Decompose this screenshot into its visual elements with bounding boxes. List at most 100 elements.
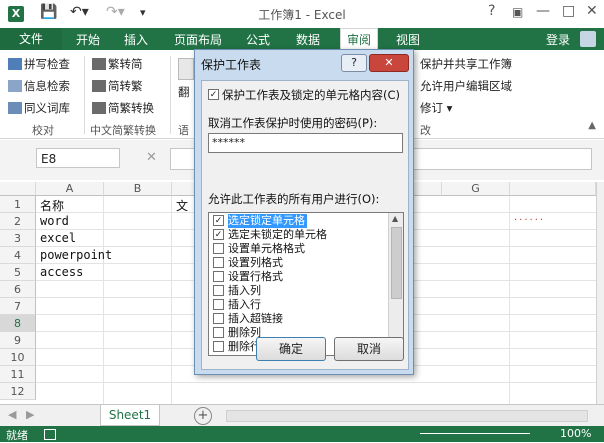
tab-formulas[interactable]: 公式: [246, 31, 270, 48]
option-checkbox[interactable]: [213, 285, 224, 296]
macro-record-icon[interactable]: [44, 429, 56, 440]
horizontal-scrollbar[interactable]: [226, 410, 588, 422]
status-bar: 就绪 100%: [0, 426, 604, 442]
proofing-group-label: 校对: [32, 124, 54, 137]
simp-to-trad-button[interactable]: 简转繁: [92, 78, 143, 94]
list-item[interactable]: 设置单元格格式: [211, 242, 389, 256]
select-all-corner[interactable]: [0, 182, 36, 196]
chinese-conversion-button[interactable]: 简繁转换: [92, 100, 154, 116]
tab-page-layout[interactable]: 页面布局: [174, 31, 222, 48]
sheet-tab-bar: ◀ ▶ Sheet1 +: [0, 404, 604, 427]
protect-share-workbook-button[interactable]: 保护并共享工作簿: [420, 56, 512, 72]
dialog-help-button[interactable]: ?: [341, 54, 367, 72]
tab-view[interactable]: 视图: [396, 31, 420, 48]
protect-sheet-dialog: 保护工作表 ? ✕ ✓ 保护工作表及锁定的单元格内容(C) 取消工作表保护时使用…: [194, 49, 414, 375]
option-checkbox[interactable]: [213, 243, 224, 254]
scroll-left-icon[interactable]: ◀: [8, 408, 16, 421]
tab-data[interactable]: 数据: [296, 31, 320, 48]
cell-a2[interactable]: word: [40, 214, 69, 228]
row-header[interactable]: 9: [0, 332, 36, 349]
option-checkbox[interactable]: ✓: [213, 229, 224, 240]
row-header[interactable]: 10: [0, 349, 36, 366]
title-bar: X 💾 ↶▾ ↷▾ ▾ 工作簿1 - Excel ? ▣ — □ ✕: [0, 0, 604, 28]
thesaurus-button[interactable]: 同义词库: [8, 100, 70, 116]
help-button[interactable]: ?: [488, 3, 495, 19]
close-button[interactable]: ✕: [586, 3, 598, 19]
spell-check-button[interactable]: 拼写检查: [8, 56, 70, 72]
grid-line: [171, 196, 172, 404]
column-header-a[interactable]: A: [36, 182, 104, 196]
protect-contents-checkbox[interactable]: ✓: [208, 89, 219, 100]
option-checkbox[interactable]: [213, 271, 224, 282]
protect-contents-label[interactable]: 保护工作表及锁定的单元格内容(C): [222, 87, 400, 103]
option-checkbox[interactable]: [213, 327, 224, 338]
dialog-close-button[interactable]: ✕: [369, 54, 409, 72]
option-checkbox[interactable]: [213, 257, 224, 268]
vertical-scrollbar[interactable]: [596, 182, 604, 404]
list-item[interactable]: ✓ 选定锁定单元格: [211, 214, 389, 228]
scroll-right-icon[interactable]: ▶: [26, 408, 34, 421]
name-box[interactable]: E8: [36, 148, 120, 168]
sheet-tab-sheet1[interactable]: Sheet1: [100, 405, 160, 426]
zoom-slider[interactable]: [420, 433, 530, 434]
list-item[interactable]: 插入超链接: [211, 312, 389, 326]
watermark-logo: ......: [514, 212, 546, 223]
conversion-icon: [92, 102, 106, 114]
ok-button[interactable]: 确定: [256, 337, 326, 361]
column-header-b[interactable]: B: [104, 182, 172, 196]
list-scrollbar[interactable]: ▲ ▼: [388, 213, 403, 355]
row-header[interactable]: 3: [0, 230, 36, 247]
research-button[interactable]: 信息检索: [8, 78, 70, 94]
restore-button[interactable]: □: [562, 3, 575, 19]
cell-a3[interactable]: excel: [40, 231, 76, 245]
tab-review[interactable]: 审阅: [340, 28, 379, 51]
option-checkbox[interactable]: [213, 299, 224, 310]
tab-file[interactable]: 文件: [0, 28, 62, 50]
option-checkbox[interactable]: [213, 313, 224, 324]
zoom-level[interactable]: 100%: [560, 427, 591, 440]
tab-home[interactable]: 开始: [76, 31, 100, 48]
allow-edit-ranges-button[interactable]: 允许用户编辑区域: [420, 78, 512, 94]
scroll-up-icon[interactable]: ▲: [392, 214, 398, 223]
row-header[interactable]: 7: [0, 298, 36, 315]
option-checkbox[interactable]: [213, 341, 224, 352]
row-header[interactable]: 5: [0, 264, 36, 281]
cell-a5[interactable]: access: [40, 265, 83, 279]
list-item[interactable]: 设置行格式: [211, 270, 389, 284]
ribbon-options-icon[interactable]: ▣: [512, 5, 523, 19]
minimize-button[interactable]: —: [536, 3, 550, 19]
row-header-active[interactable]: 8: [0, 315, 36, 332]
list-item[interactable]: ✓ 选定未锁定的单元格: [211, 228, 389, 242]
login-link[interactable]: 登录: [546, 31, 570, 48]
list-item[interactable]: 设置列格式: [211, 256, 389, 270]
list-item[interactable]: 插入行: [211, 298, 389, 312]
row-header[interactable]: 6: [0, 281, 36, 298]
cancel-formula-icon[interactable]: ✕: [146, 150, 157, 165]
row-header[interactable]: 1: [0, 196, 36, 213]
trad-simp-icon: [92, 58, 106, 70]
column-header-g[interactable]: G: [442, 182, 510, 196]
add-sheet-button[interactable]: +: [194, 407, 212, 425]
row-header[interactable]: 4: [0, 247, 36, 264]
tab-insert[interactable]: 插入: [124, 31, 148, 48]
track-changes-button[interactable]: 修订 ▾: [420, 100, 452, 116]
scroll-thumb[interactable]: [391, 227, 402, 299]
cancel-button[interactable]: 取消: [334, 337, 404, 361]
research-icon: [8, 80, 22, 92]
account-icon: [580, 31, 596, 47]
cell-a4[interactable]: powerpoint: [40, 248, 112, 262]
option-checkbox[interactable]: ✓: [213, 215, 224, 226]
cell-b1-fragment[interactable]: 文: [176, 197, 188, 214]
row-header[interactable]: 12: [0, 383, 36, 400]
password-field[interactable]: ******: [208, 133, 403, 153]
dialog-body: ✓ 保护工作表及锁定的单元格内容(C) 取消工作表保护时使用的密码(P): **…: [201, 80, 409, 370]
cell-a1[interactable]: 名称: [40, 197, 64, 214]
column-header-h[interactable]: [510, 182, 596, 196]
collapse-ribbon-icon[interactable]: ▲: [588, 120, 596, 131]
list-item[interactable]: 插入列: [211, 284, 389, 298]
permissions-list[interactable]: ✓ 选定锁定单元格 ✓ 选定未锁定的单元格 设置单元格格式 设置列格式 设置行格式 …: [208, 212, 404, 356]
row-header[interactable]: 2: [0, 213, 36, 230]
row-header[interactable]: 11: [0, 366, 36, 383]
trad-to-simp-button[interactable]: 繁转简: [92, 56, 143, 72]
chinese-group-label: 中文简繁转换: [90, 124, 156, 137]
